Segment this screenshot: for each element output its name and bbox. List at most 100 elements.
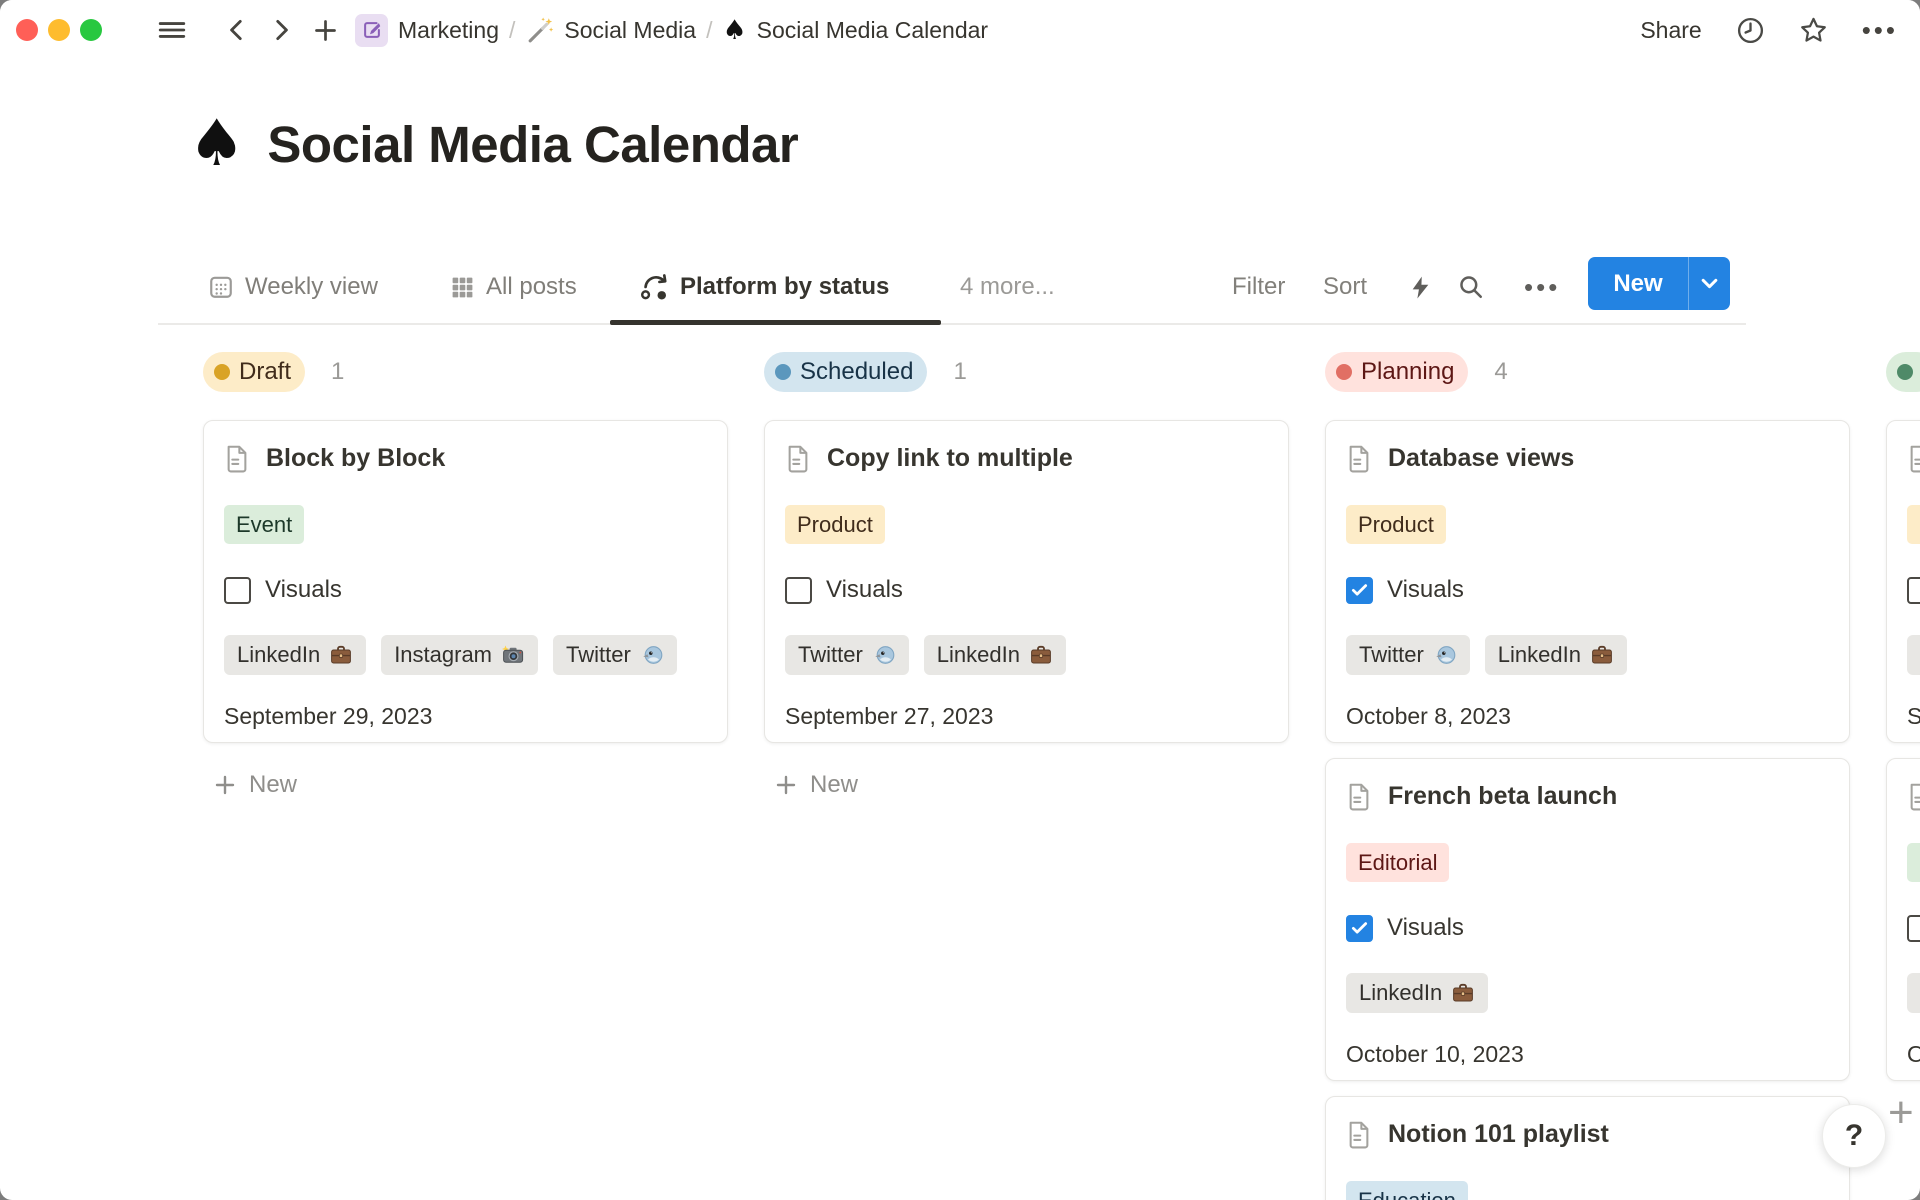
add-card-edge-button[interactable]: + — [1888, 1088, 1914, 1138]
briefcase-icon — [1451, 981, 1475, 1005]
help-button[interactable]: ? — [1822, 1104, 1886, 1168]
column-name: Draft — [239, 358, 291, 386]
new-button[interactable]: New — [1588, 257, 1730, 310]
column-status-pill[interactable]: Planning — [1325, 352, 1468, 392]
more-views-button[interactable]: 4 more... — [960, 265, 1055, 309]
platform-tag: Twitter — [1346, 635, 1470, 675]
board-card[interactable]: French beta launch Editorial Visuals Lin… — [1325, 758, 1850, 1081]
tab-platform-by-status[interactable]: Platform by status — [640, 265, 889, 309]
column-name: Planning — [1361, 358, 1454, 386]
chevron-down-icon[interactable] — [1689, 277, 1730, 290]
breadcrumb-label: Marketing — [398, 17, 499, 44]
column-status-pill[interactable]: Draft — [203, 352, 305, 392]
card-date: September 29, 2023 — [224, 703, 707, 729]
minimize-window-button[interactable] — [48, 19, 70, 41]
visuals-checkbox[interactable] — [1907, 577, 1920, 604]
updates-clock-icon[interactable] — [1736, 0, 1765, 60]
page-icon — [1346, 444, 1372, 474]
page-icon-spade[interactable]: ♠ — [188, 112, 245, 176]
active-tab-underline — [610, 320, 941, 325]
lightning-icon[interactable] — [1408, 265, 1433, 309]
share-button[interactable]: Share — [1640, 17, 1701, 44]
close-window-button[interactable] — [16, 19, 38, 41]
checkbox-label: Visuals — [1387, 914, 1464, 942]
briefcase-icon — [1029, 643, 1053, 667]
breadcrumb-item-marketing[interactable]: Marketing — [355, 14, 499, 47]
board: Draft 1 Block by Block Event Visuals Lin… — [203, 352, 1920, 1200]
column-name: Scheduled — [800, 358, 913, 386]
briefcase-icon — [329, 643, 353, 667]
visuals-checkbox[interactable] — [785, 577, 812, 604]
zoom-window-button[interactable] — [80, 19, 102, 41]
board-card[interactable]: O — [1886, 758, 1920, 1081]
platform-label: Instagram — [394, 642, 492, 668]
page-icon — [224, 444, 250, 474]
card-title: Database views — [1388, 444, 1574, 473]
add-new-label: New — [810, 771, 858, 799]
visuals-checkbox[interactable] — [1346, 577, 1373, 604]
board-column: S O New — [1886, 352, 1920, 1200]
column-status-pill[interactable]: Scheduled — [764, 352, 927, 392]
board-card[interactable]: Block by Block Event Visuals LinkedInIns… — [203, 420, 728, 743]
wand-icon — [525, 16, 554, 45]
compose-icon — [355, 14, 388, 47]
platform-tag — [1907, 973, 1920, 1013]
column-count: 1 — [331, 358, 344, 386]
category-tag: Editorial — [1346, 843, 1449, 882]
back-icon[interactable] — [222, 0, 252, 60]
breadcrumb-item-social-media[interactable]: Social Media — [525, 16, 696, 45]
view-options-icon[interactable]: ••• — [1524, 265, 1560, 309]
new-page-icon[interactable] — [310, 0, 340, 60]
tab-weekly-view[interactable]: Weekly view — [208, 265, 378, 309]
breadcrumb-label: Social Media — [564, 17, 696, 44]
platform-label: Twitter — [566, 642, 631, 668]
breadcrumb-label: Social Media Calendar — [757, 17, 988, 44]
view-toolbar: Weekly view All posts Platform by status… — [0, 255, 1920, 325]
card-date: September 27, 2023 — [785, 703, 1268, 729]
sidebar-toggle-icon[interactable] — [155, 0, 189, 60]
platform-tag: LinkedIn — [1485, 635, 1627, 675]
visuals-checkbox[interactable] — [1346, 915, 1373, 942]
category-tag — [1907, 843, 1920, 882]
platform-label: LinkedIn — [237, 642, 320, 668]
favorite-star-icon[interactable] — [1799, 0, 1828, 60]
visuals-checkbox[interactable] — [224, 577, 251, 604]
breadcrumb-item-social-media-calendar[interactable]: ♠ Social Media Calendar — [722, 17, 988, 44]
plus-icon — [213, 773, 237, 797]
platform-label: LinkedIn — [1359, 980, 1442, 1006]
tab-label: Platform by status — [680, 273, 889, 301]
column-count: 1 — [953, 358, 966, 386]
tab-label: All posts — [486, 273, 577, 301]
status-dot-icon — [1336, 364, 1352, 380]
category-tag: Product — [785, 505, 885, 544]
platform-tags — [1907, 635, 1920, 675]
filter-button[interactable]: Filter — [1232, 265, 1285, 309]
briefcase-icon — [1590, 643, 1614, 667]
checkbox-label: Visuals — [1387, 576, 1464, 604]
card-date: S — [1907, 703, 1920, 729]
card-date: October 8, 2023 — [1346, 703, 1829, 729]
column-status-pill[interactable] — [1886, 352, 1920, 392]
page-icon — [1907, 444, 1920, 474]
page-icon — [1907, 782, 1920, 812]
add-new-card-button[interactable]: New — [764, 767, 1289, 803]
calendar-icon — [208, 274, 234, 300]
forward-icon[interactable] — [266, 0, 296, 60]
board-card[interactable]: Notion 101 playlist Education — [1325, 1096, 1850, 1200]
sort-button[interactable]: Sort — [1323, 265, 1367, 309]
platform-label: Twitter — [1359, 642, 1424, 668]
search-icon[interactable] — [1458, 265, 1484, 309]
bird-icon — [640, 643, 664, 667]
add-new-card-button[interactable]: New — [203, 767, 728, 803]
window-titlebar: Marketing / Social Media / ♠ Social Medi… — [0, 0, 1920, 60]
window-controls — [16, 19, 102, 41]
page-title: Social Media Calendar — [267, 115, 798, 174]
board-card[interactable]: Database views Product Visuals TwitterLi… — [1325, 420, 1850, 743]
board-card[interactable]: Copy link to multiple Product Visuals Tw… — [764, 420, 1289, 743]
more-options-icon[interactable]: ••• — [1862, 0, 1898, 60]
board-card[interactable]: S — [1886, 420, 1920, 743]
visuals-checkbox[interactable] — [1907, 915, 1920, 942]
tab-all-posts[interactable]: All posts — [450, 265, 577, 309]
category-tag: Event — [224, 505, 304, 544]
board-column: Scheduled 1 Copy link to multiple Produc… — [764, 352, 1289, 1200]
